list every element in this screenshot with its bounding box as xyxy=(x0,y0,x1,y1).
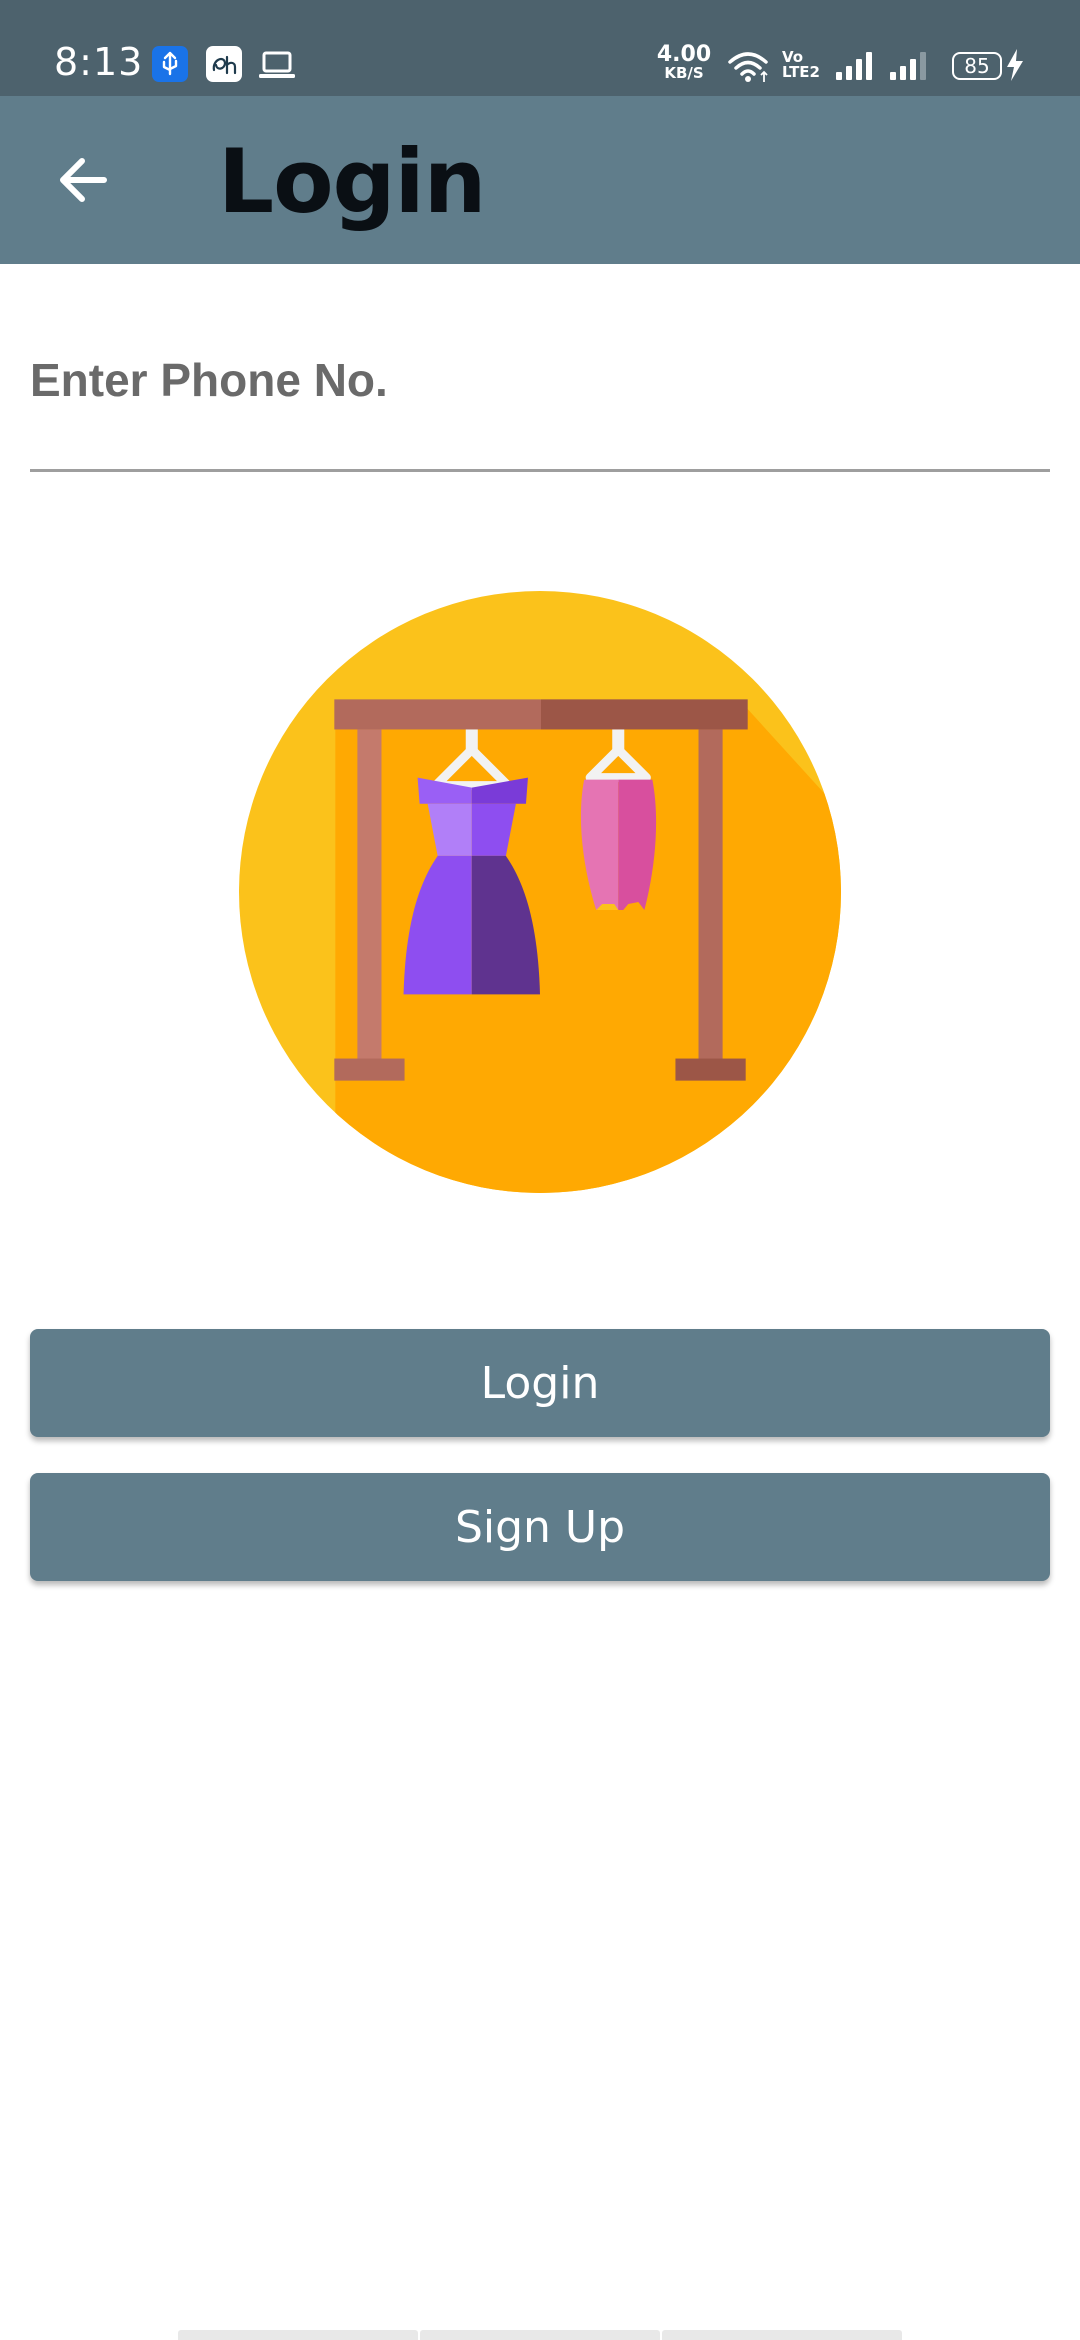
status-bar: 8:13 4.00 KB/S Vo LTE2 85 xyxy=(0,0,1080,96)
usb-debug-icon xyxy=(152,46,188,82)
network-speed-value: 4.00 xyxy=(656,42,712,67)
network-speed: 4.00 KB/S xyxy=(654,44,714,81)
wifi-icon xyxy=(728,52,768,82)
hotstar-icon xyxy=(206,46,242,82)
gesture-nav-bar xyxy=(178,2330,904,2340)
signal-icon xyxy=(890,52,926,80)
app-bar: Login xyxy=(0,96,1080,264)
charging-icon xyxy=(1007,49,1023,81)
nav-segment xyxy=(420,2330,660,2340)
status-time: 8:13 xyxy=(54,40,144,84)
volte-icon: Vo LTE2 xyxy=(782,48,820,81)
phone-input[interactable] xyxy=(30,340,1050,472)
laptop-icon xyxy=(259,51,295,78)
signal-icon xyxy=(836,52,872,80)
back-button[interactable] xyxy=(50,146,118,214)
network-speed-unit: KB/S xyxy=(664,64,704,82)
arrow-left-icon xyxy=(60,158,107,202)
battery-icon: 85 xyxy=(952,52,1002,80)
page-title: Login xyxy=(218,130,486,233)
login-button[interactable]: Login xyxy=(30,1329,1050,1437)
battery-level: 85 xyxy=(964,54,990,78)
clothes-rack-icon xyxy=(239,591,841,1193)
nav-segment xyxy=(662,2330,902,2340)
signup-button[interactable]: Sign Up xyxy=(30,1473,1050,1581)
nav-segment xyxy=(178,2330,418,2340)
phone-field xyxy=(30,340,1050,472)
